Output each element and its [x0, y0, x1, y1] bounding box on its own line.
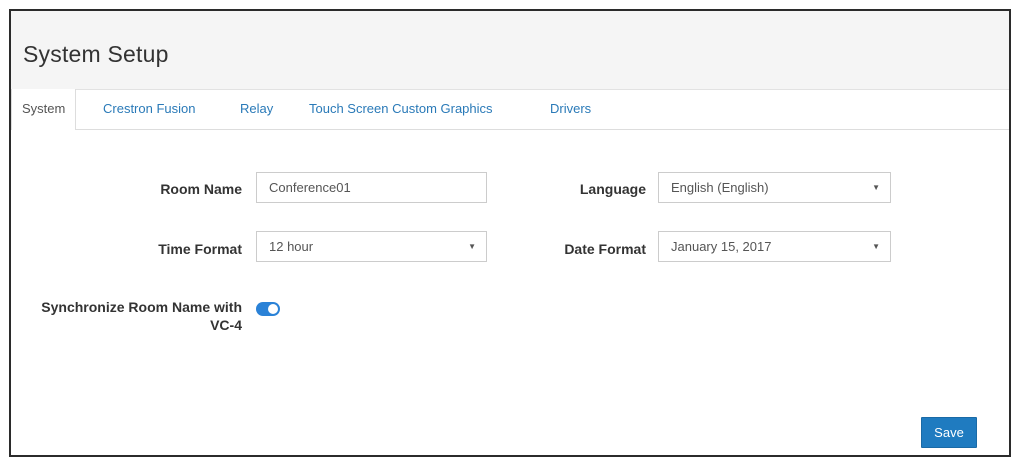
date-format-select-value: January 15, 2017: [671, 239, 772, 254]
tab-drivers[interactable]: Drivers: [550, 89, 591, 129]
sync-room-name-label-line1: Synchronize Room Name with: [41, 299, 242, 315]
caret-down-icon: ▼: [468, 242, 476, 251]
caret-down-icon: ▼: [872, 242, 880, 251]
tab-crestron-fusion[interactable]: Crestron Fusion: [103, 89, 195, 129]
date-format-select[interactable]: January 15, 2017 ▼: [658, 231, 891, 262]
time-format-label: Time Format: [158, 241, 242, 257]
sync-room-name-toggle[interactable]: [256, 302, 280, 316]
system-setup-panel: System Setup System Crestron Fusion Rela…: [9, 9, 1011, 457]
panel-header: System Setup: [11, 11, 1009, 90]
sync-room-name-label: Synchronize Room Name with VC-4: [17, 298, 242, 334]
language-select[interactable]: English (English) ▼: [658, 172, 891, 203]
date-format-label: Date Format: [564, 241, 646, 257]
time-format-select[interactable]: 12 hour ▼: [256, 231, 487, 262]
room-name-label: Room Name: [160, 181, 242, 197]
time-format-select-value: 12 hour: [269, 239, 314, 254]
save-button[interactable]: Save: [921, 417, 977, 448]
tab-bar: System Crestron Fusion Relay Touch Scree…: [11, 89, 1009, 130]
caret-down-icon: ▼: [872, 183, 880, 192]
toggle-knob: [268, 304, 278, 314]
page-title: System Setup: [23, 41, 169, 67]
room-name-input[interactable]: [256, 172, 487, 203]
language-label: Language: [579, 181, 646, 197]
tab-touch-screen-custom-graphics[interactable]: Touch Screen Custom Graphics: [309, 89, 493, 129]
sync-room-name-label-line2: VC-4: [210, 317, 242, 333]
language-select-value: English (English): [671, 180, 769, 195]
tab-system[interactable]: System: [11, 89, 77, 130]
tab-relay[interactable]: Relay: [240, 89, 273, 129]
